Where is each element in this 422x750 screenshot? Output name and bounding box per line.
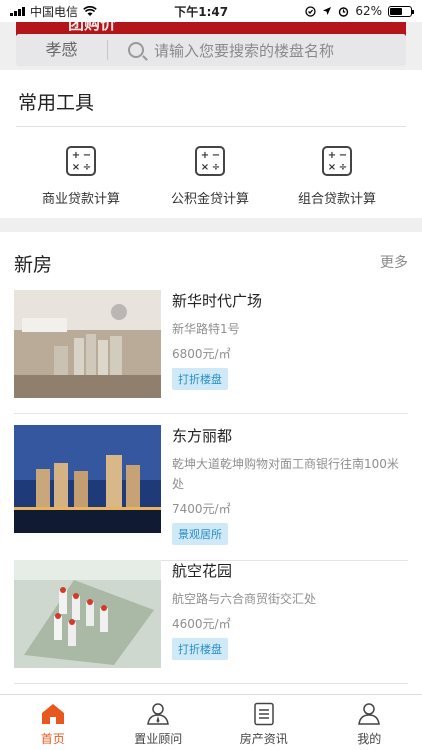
search-bar[interactable]: 孝感 请输入您要搜索的楼盘名称	[16, 34, 406, 66]
status-right: 62%	[305, 4, 414, 18]
carrier-name: 中国电信	[30, 4, 79, 19]
listing-photo	[14, 290, 161, 398]
tool-label: 组合贷款计算	[297, 192, 376, 207]
wifi-icon	[83, 5, 97, 16]
tab-label: 房产资讯	[239, 732, 288, 746]
tool-provident-fund-loan[interactable]: + − × ÷ 公积金贷计算	[140, 146, 280, 207]
listing-tag: 打折楼盘	[172, 638, 228, 660]
listing-item[interactable]: 东方丽都 乾坤大道乾坤购物对面工商银行往南100米处 7400元/㎡ 景观居所	[14, 425, 408, 561]
listing-tag: 打折楼盘	[172, 368, 228, 390]
listing-item[interactable]: 航空花园 航空路与六合商贸街交汇处 4600元/㎡ 打折楼盘	[14, 560, 408, 684]
listing-name: 东方丽都	[172, 427, 233, 445]
tab-bar: 首页 置业顾问 房产资讯 我的	[0, 694, 422, 750]
battery-icon	[387, 5, 414, 17]
listing-info: 航空花园 航空路与六合商贸街交汇处 4600元/㎡ 打折楼盘	[172, 560, 408, 660]
calculator-icon: + − × ÷	[66, 146, 96, 176]
listing-info: 东方丽都 乾坤大道乾坤购物对面工商银行往南100米处 7400元/㎡ 景观居所	[172, 425, 408, 545]
alarm-icon	[339, 6, 349, 17]
new-houses-section: 新房 更多 新华时代广场 新华路特1号 6800元/㎡ 打折楼盘 东方丽都 乾坤…	[0, 232, 422, 694]
tool-label: 商业贷款计算	[41, 192, 120, 207]
new-houses-title: 新房	[14, 254, 53, 276]
signal-icon	[10, 6, 25, 16]
battery-percent: 62%	[355, 4, 382, 18]
tab-label: 首页	[40, 732, 65, 746]
listing-info: 新华时代广场 新华路特1号 6800元/㎡ 打折楼盘	[172, 290, 408, 390]
listing-photo	[14, 560, 161, 668]
calculator-icon: + − × ÷	[195, 146, 225, 176]
listing-price: 7400元/㎡	[172, 502, 231, 516]
tools-title: 常用工具	[18, 92, 95, 114]
tool-combined-loan[interactable]: + − × ÷ 组合贷款计算	[267, 146, 407, 207]
advisor-icon	[147, 703, 170, 725]
tab-advisor[interactable]: 置业顾问	[106, 695, 212, 750]
listing-item[interactable]: 新华时代广场 新华路特1号 6800元/㎡ 打折楼盘	[14, 290, 408, 414]
tool-commercial-loan[interactable]: + − × ÷ 商业贷款计算	[11, 146, 151, 207]
search-input[interactable]: 请输入您要搜索的楼盘名称	[154, 40, 334, 61]
status-bar: 中国电信 下午1:47 62%	[0, 0, 422, 22]
tool-label: 公积金贷计算	[170, 192, 249, 207]
calculator-icon: + − × ÷	[322, 146, 352, 176]
status-time: 下午1:47	[174, 4, 229, 19]
more-link[interactable]: 更多	[380, 252, 408, 272]
tools-section: 常用工具 + − × ÷ 商业贷款计算 + − × ÷ 公积金贷计算 + − × ÷ 组合贷…	[0, 70, 422, 218]
listing-price: 6800元/㎡	[172, 347, 231, 361]
status-left: 中国电信	[10, 3, 97, 20]
tab-label: 我的	[357, 732, 382, 746]
location-arrow-icon	[323, 7, 332, 15]
tab-profile[interactable]: 我的	[317, 695, 422, 750]
listing-name: 航空花园	[172, 562, 233, 580]
listing-address: 新华路特1号	[172, 322, 240, 336]
listing-address: 航空路与六合商贸街交汇处	[172, 592, 317, 606]
city-selector[interactable]: 孝感	[16, 40, 108, 60]
location-lock-icon	[305, 5, 316, 17]
search-icon	[128, 42, 144, 58]
tab-label: 置业顾问	[134, 732, 183, 746]
tab-home[interactable]: 首页	[0, 695, 106, 750]
listing-name: 新华时代广场	[172, 292, 263, 310]
divider	[16, 126, 406, 127]
profile-icon	[358, 703, 381, 725]
listing-price: 4600元/㎡	[172, 617, 231, 631]
listing-tag: 景观居所	[172, 523, 228, 545]
home-icon	[41, 704, 64, 724]
listing-address: 乾坤大道乾坤购物对面工商银行往南100米处	[172, 457, 399, 491]
listing-photo	[14, 425, 161, 533]
tab-news[interactable]: 房产资讯	[211, 695, 317, 750]
news-icon	[254, 702, 274, 726]
